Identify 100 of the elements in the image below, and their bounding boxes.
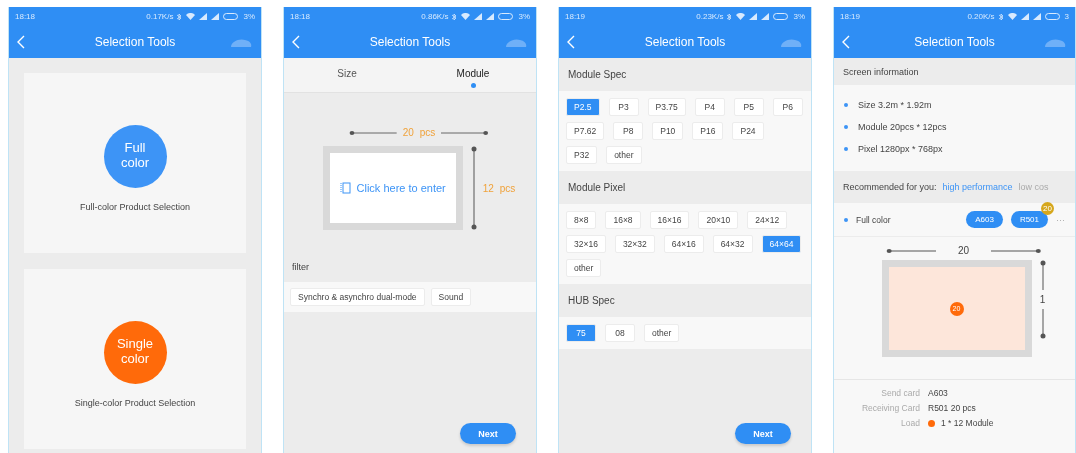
- section-title: filter: [292, 262, 309, 272]
- filter-chip[interactable]: Sound: [430, 288, 472, 306]
- status-time: 18:18: [290, 12, 311, 21]
- product-card[interactable]: Full color Full-color Product Selection: [24, 73, 246, 253]
- option-chip[interactable]: P24: [732, 122, 764, 140]
- battery-percent: 3%: [243, 12, 255, 21]
- section-title: HUB Spec: [568, 295, 615, 306]
- option-chip[interactable]: P8: [613, 122, 644, 140]
- wifi-icon: [461, 13, 471, 20]
- dimension-line: [441, 129, 489, 136]
- product-card[interactable]: Single color Single-color Product Selection: [24, 269, 246, 449]
- battery-icon: [773, 13, 790, 20]
- dimension-line: [991, 247, 1042, 254]
- cloud-icon: [1043, 36, 1067, 48]
- height-value: 12: [482, 182, 494, 194]
- option-chip[interactable]: 20×10: [698, 211, 739, 229]
- bluetooth-icon: [452, 12, 458, 21]
- wifi-icon: [736, 13, 746, 20]
- network-speed: 0.86K/s: [421, 12, 449, 21]
- wifi-icon: [186, 13, 196, 20]
- option-chip[interactable]: P10: [652, 122, 684, 140]
- battery-icon: [1044, 13, 1061, 20]
- network-speed: 0.23K/s: [696, 12, 724, 21]
- height-unit: pcs: [499, 182, 516, 194]
- option-chip[interactable]: 16×16: [649, 211, 690, 229]
- dimension-line: [1039, 260, 1046, 290]
- option-chip[interactable]: 64×16: [663, 235, 704, 253]
- tab[interactable]: Module: [410, 58, 536, 92]
- option-chip[interactable]: other: [566, 259, 602, 277]
- grid-icon: [339, 182, 351, 194]
- bluetooth-icon: [998, 12, 1004, 21]
- detail-value: 1 * 12 Module: [941, 418, 994, 428]
- dimension-line: [349, 129, 397, 136]
- product-name: Full color: [856, 214, 892, 225]
- section-title: Module Spec: [568, 69, 627, 80]
- status-time: 18:18: [15, 12, 36, 21]
- detail-value: A603: [928, 388, 948, 398]
- screen-title: Selection Tools: [913, 35, 996, 49]
- option-chip[interactable]: 8×8: [566, 211, 597, 229]
- cloud-icon: [504, 36, 528, 48]
- section-title: Screen information: [843, 66, 919, 77]
- network-speed: 0.20K/s: [967, 12, 995, 21]
- option-chip[interactable]: 16×8: [605, 211, 641, 229]
- option-chip[interactable]: other: [606, 146, 642, 164]
- back-icon[interactable]: [17, 35, 25, 49]
- bullet-icon: [844, 147, 848, 151]
- status-dot: [928, 419, 935, 427]
- filter-chip[interactable]: Synchro & asynchro dual-mode: [290, 288, 425, 306]
- wifi-icon: [1007, 13, 1017, 20]
- battery-percent: 3%: [793, 12, 805, 21]
- battery-percent: 3: [1064, 12, 1069, 21]
- option-chip[interactable]: P3.75: [647, 98, 686, 116]
- height-value: 1: [1039, 294, 1046, 305]
- option-chip[interactable]: 64×32: [712, 235, 753, 253]
- battery-icon: [223, 13, 240, 20]
- bullet-icon: [844, 217, 848, 222]
- option-chip[interactable]: P6: [772, 98, 803, 116]
- info-item: Size 3.2m * 1.92m: [858, 100, 932, 110]
- bullet-icon: [844, 103, 848, 107]
- dimension-line: [885, 247, 936, 254]
- option-chip[interactable]: 24×12: [747, 211, 788, 229]
- option-chip[interactable]: P16: [692, 122, 724, 140]
- card-caption: Full-color Product Selection: [79, 201, 191, 212]
- option-chip[interactable]: 32×16: [566, 235, 606, 253]
- tab[interactable]: Size: [284, 58, 410, 92]
- section-title: Module Pixel: [568, 182, 626, 193]
- option-chip[interactable]: P32: [566, 146, 598, 164]
- detail-label: Load: [901, 418, 920, 428]
- width-unit: pcs: [419, 127, 436, 138]
- card-caption: Single-color Product Selection: [74, 397, 196, 408]
- option-chip[interactable]: P4: [694, 98, 725, 116]
- option-chip[interactable]: P3: [608, 98, 639, 116]
- dimension-line: [1039, 309, 1046, 339]
- width-value: 20: [957, 245, 970, 256]
- screen-title: Selection Tools: [643, 35, 727, 49]
- screen-title: Selection Tools: [368, 35, 452, 49]
- status-time: 18:19: [840, 12, 861, 21]
- bluetooth-icon: [727, 12, 733, 21]
- back-icon[interactable]: [842, 35, 850, 49]
- battery-icon: [498, 13, 515, 20]
- option-chip[interactable]: P5: [733, 98, 764, 116]
- option-chip[interactable]: 32×32: [614, 235, 655, 253]
- bluetooth-icon: [177, 12, 183, 21]
- detail-value: R501 20 pcs: [928, 403, 976, 413]
- info-item: Pixel 1280px * 768px: [858, 144, 943, 154]
- detail-label: Receiving Card: [861, 403, 920, 413]
- count-badge: 20: [1041, 202, 1054, 215]
- cloud-icon: [779, 36, 803, 48]
- network-speed: 0.17K/s: [146, 12, 174, 21]
- recommend-label: Recommended for you:: [843, 182, 937, 192]
- status-time: 18:19: [565, 12, 586, 21]
- cloud-icon: [229, 36, 253, 48]
- option-chip[interactable]: other: [644, 324, 680, 342]
- info-item: Module 20pcs * 12pcs: [858, 122, 947, 132]
- back-icon[interactable]: [567, 35, 575, 49]
- option-chip[interactable]: 08: [605, 324, 635, 342]
- screen-title: Selection Tools: [93, 35, 177, 49]
- battery-percent: 3%: [518, 12, 530, 21]
- back-icon[interactable]: [292, 35, 300, 49]
- option-chip[interactable]: P7.62: [566, 122, 605, 140]
